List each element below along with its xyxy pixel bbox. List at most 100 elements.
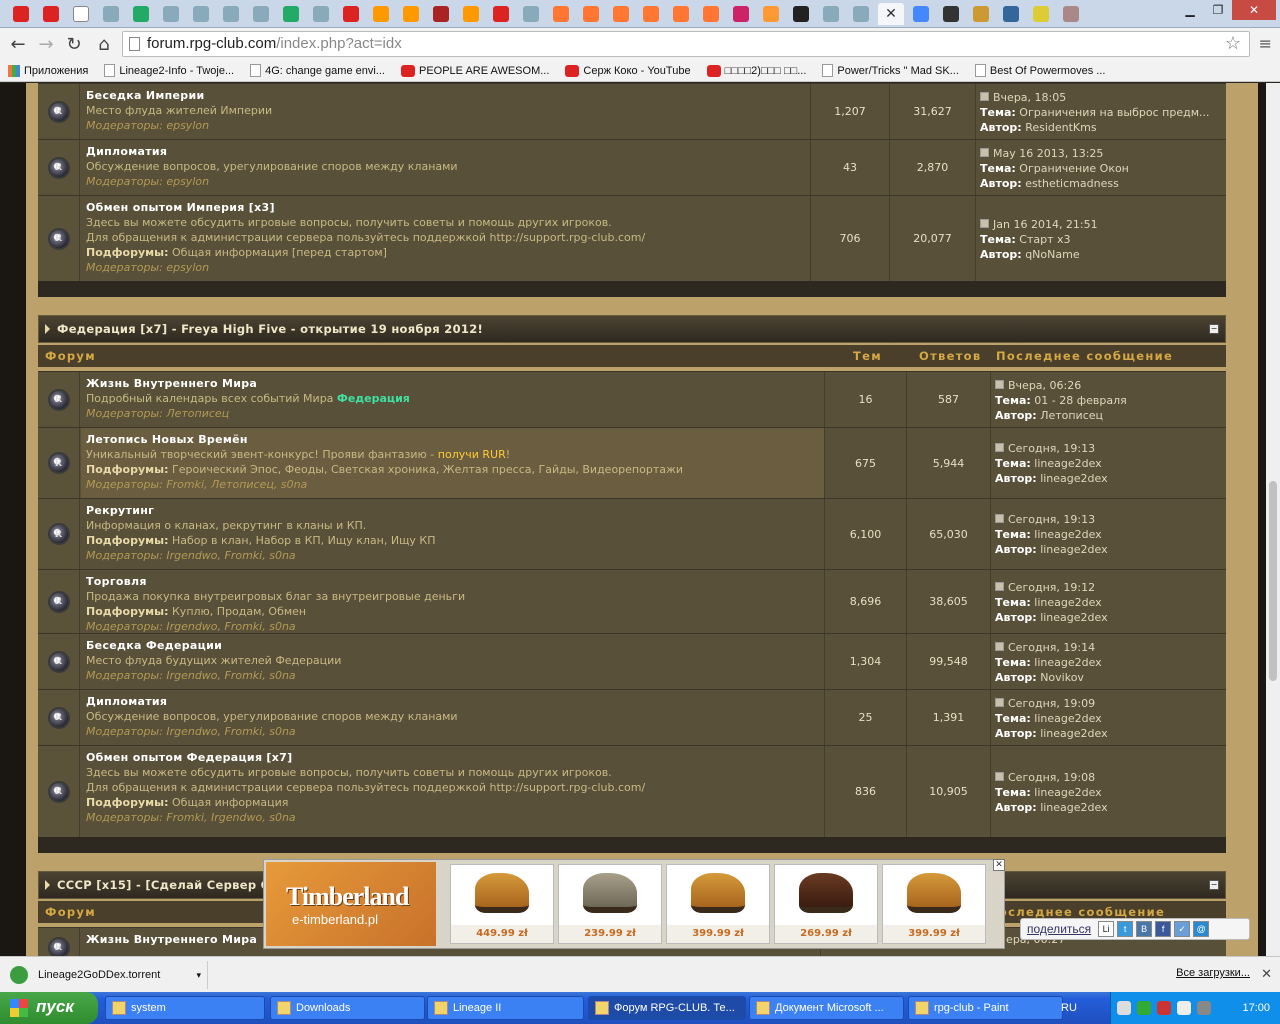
ad-close-icon[interactable]: ✕	[993, 859, 1005, 871]
active-tab[interactable]: ✕	[878, 3, 904, 25]
tab[interactable]	[818, 3, 844, 25]
taskbar-item[interactable]: rpg-club - Paint	[908, 996, 1063, 1020]
download-item[interactable]: Lineage2GoDDex.torrent ▾	[6, 961, 208, 989]
last-post-author[interactable]: qNoName	[1025, 248, 1079, 261]
forum-title-link[interactable]: Жизнь Внутреннего Мира	[86, 933, 257, 946]
language-indicator[interactable]: RU	[1061, 1002, 1077, 1014]
last-post-topic[interactable]: Ограничения на выброс предм...	[1019, 106, 1209, 119]
tab[interactable]	[308, 3, 334, 25]
ad-product[interactable]: 239.99 zł	[558, 864, 662, 944]
moderators-line[interactable]: Модераторы: epsylon	[86, 175, 209, 188]
tab[interactable]	[188, 3, 214, 25]
forum-title-link[interactable]: Рекрутинг	[86, 504, 154, 517]
tab[interactable]	[338, 3, 364, 25]
ad-product[interactable]: 449.99 zł	[450, 864, 554, 944]
tab[interactable]	[458, 3, 484, 25]
tab[interactable]	[368, 3, 394, 25]
last-post-topic[interactable]: lineage2dex	[1034, 457, 1101, 470]
bookmark-item[interactable]: Best Of Powermoves ...	[974, 64, 1105, 77]
maximize-button[interactable]: ❐	[1204, 0, 1232, 20]
forum-title-link[interactable]: Обмен опытом Империя [x3]	[86, 201, 275, 214]
minimize-category-icon[interactable]: −	[1209, 880, 1219, 890]
forum-title-link[interactable]: Дипломатия	[86, 145, 167, 158]
last-post-icon[interactable]	[980, 147, 989, 157]
tab[interactable]	[278, 3, 304, 25]
tab[interactable]	[38, 3, 64, 25]
forum-title-link[interactable]: Обмен опытом Федерация [x7]	[86, 751, 292, 764]
last-post-topic[interactable]: lineage2dex	[1034, 786, 1101, 799]
tab[interactable]	[848, 3, 874, 25]
share-button[interactable]: @	[1193, 921, 1210, 937]
menu-icon[interactable]: ≡	[1259, 34, 1272, 53]
forum-title-link[interactable]: Дипломатия	[86, 695, 167, 708]
tab[interactable]	[398, 3, 424, 25]
ad-product[interactable]: 269.99 zł	[774, 864, 878, 944]
close-tab-icon[interactable]: ✕	[885, 6, 897, 22]
last-post-author[interactable]: lineage2dex	[1040, 801, 1107, 814]
bookmark-item[interactable]: Серж Коко - YouTube	[565, 64, 691, 77]
collapse-arrow-icon[interactable]	[45, 880, 50, 890]
moderators-line[interactable]: Модераторы: Fromki, Летописец, s0na	[86, 478, 307, 491]
share-button[interactable]: B	[1136, 921, 1153, 937]
minimize-category-icon[interactable]: −	[1209, 324, 1219, 334]
last-post-icon[interactable]	[995, 514, 1004, 523]
last-post-author[interactable]: estheticmadness	[1025, 177, 1119, 190]
subforums-links[interactable]: Общая информация [перед стартом]	[172, 246, 387, 259]
subforums-links[interactable]: Куплю, Продам, Обмен	[172, 605, 306, 618]
tray-icon[interactable]	[1177, 1001, 1191, 1015]
minimize-button[interactable]: ▁	[1176, 0, 1204, 20]
ad-product[interactable]: 399.99 zł	[882, 864, 986, 944]
tab[interactable]	[938, 3, 964, 25]
tab[interactable]	[218, 3, 244, 25]
forum-title-link[interactable]: Беседка Империи	[86, 89, 204, 102]
scrollbar-thumb[interactable]	[1269, 481, 1277, 681]
tab[interactable]	[428, 3, 454, 25]
last-post-icon[interactable]	[980, 91, 989, 101]
tab[interactable]	[548, 3, 574, 25]
page-scrollbar[interactable]	[1266, 83, 1280, 956]
forum-title-link[interactable]: Торговля	[86, 575, 147, 588]
last-post-icon[interactable]	[995, 641, 1004, 651]
tray-icon[interactable]	[1197, 1001, 1211, 1015]
last-post-author[interactable]: lineage2dex	[1040, 543, 1107, 556]
tab[interactable]	[8, 3, 34, 25]
last-post-icon[interactable]	[995, 443, 1004, 452]
bookmark-item[interactable]: Power/Tricks " Mad SK...	[822, 64, 959, 77]
tab[interactable]	[1058, 3, 1084, 25]
chevron-down-icon[interactable]: ▾	[196, 970, 201, 981]
moderators-line[interactable]: Модераторы: Irgendwo, Fromki, s0na	[86, 549, 296, 562]
last-post-topic[interactable]: lineage2dex	[1034, 712, 1101, 725]
bookmark-item[interactable]: 4G: change game envi...	[250, 64, 385, 77]
tab[interactable]	[1028, 3, 1054, 25]
tab[interactable]	[698, 3, 724, 25]
tab[interactable]	[68, 3, 94, 25]
moderators-line[interactable]: Модераторы: Irgendwo, Fromki, s0na	[86, 669, 296, 682]
ad-brand-panel[interactable]: Timberland e-timberland.pl	[266, 862, 436, 946]
tab[interactable]	[998, 3, 1024, 25]
tab[interactable]	[128, 3, 154, 25]
share-button[interactable]: Li	[1098, 921, 1115, 937]
subforums-links[interactable]: Набор в клан, Набор в КП, Ищу клан, Ищу …	[172, 534, 436, 547]
taskbar-item[interactable]: Документ Microsoft ...	[749, 996, 904, 1020]
collapse-arrow-icon[interactable]	[45, 324, 50, 334]
all-downloads-link[interactable]: Все загрузки...	[1176, 967, 1250, 979]
last-post-icon[interactable]	[995, 379, 1004, 389]
timberland-ad[interactable]: Timberland e-timberland.pl 449.99 zł 239.…	[263, 859, 1005, 949]
last-post-icon[interactable]	[980, 218, 989, 228]
taskbar-item[interactable]: system	[105, 996, 265, 1020]
share-button[interactable]: f	[1155, 921, 1172, 937]
tab[interactable]	[98, 3, 124, 25]
bookmark-item[interactable]: Lineage2-Info - Twoje...	[104, 64, 234, 77]
ad-product[interactable]: 399.99 zł	[666, 864, 770, 944]
last-post-author[interactable]: Novikov	[1040, 671, 1084, 684]
moderators-line[interactable]: Модераторы: Irgendwo, Fromki, s0na	[86, 725, 296, 738]
moderators-line[interactable]: Модераторы: Fromki, Irgendwo, s0na	[86, 811, 296, 824]
tab[interactable]	[248, 3, 274, 25]
tab[interactable]	[758, 3, 784, 25]
taskbar-item[interactable]: Форум RPG-CLUB. Те...	[588, 996, 746, 1020]
last-post-icon[interactable]	[995, 771, 1004, 781]
home-icon[interactable]: ⌂	[92, 32, 116, 56]
last-post-topic[interactable]: 01 - 28 февраля	[1034, 394, 1126, 407]
last-post-topic[interactable]: lineage2dex	[1034, 528, 1101, 541]
forum-title-link[interactable]: Беседка Федерации	[86, 639, 222, 652]
